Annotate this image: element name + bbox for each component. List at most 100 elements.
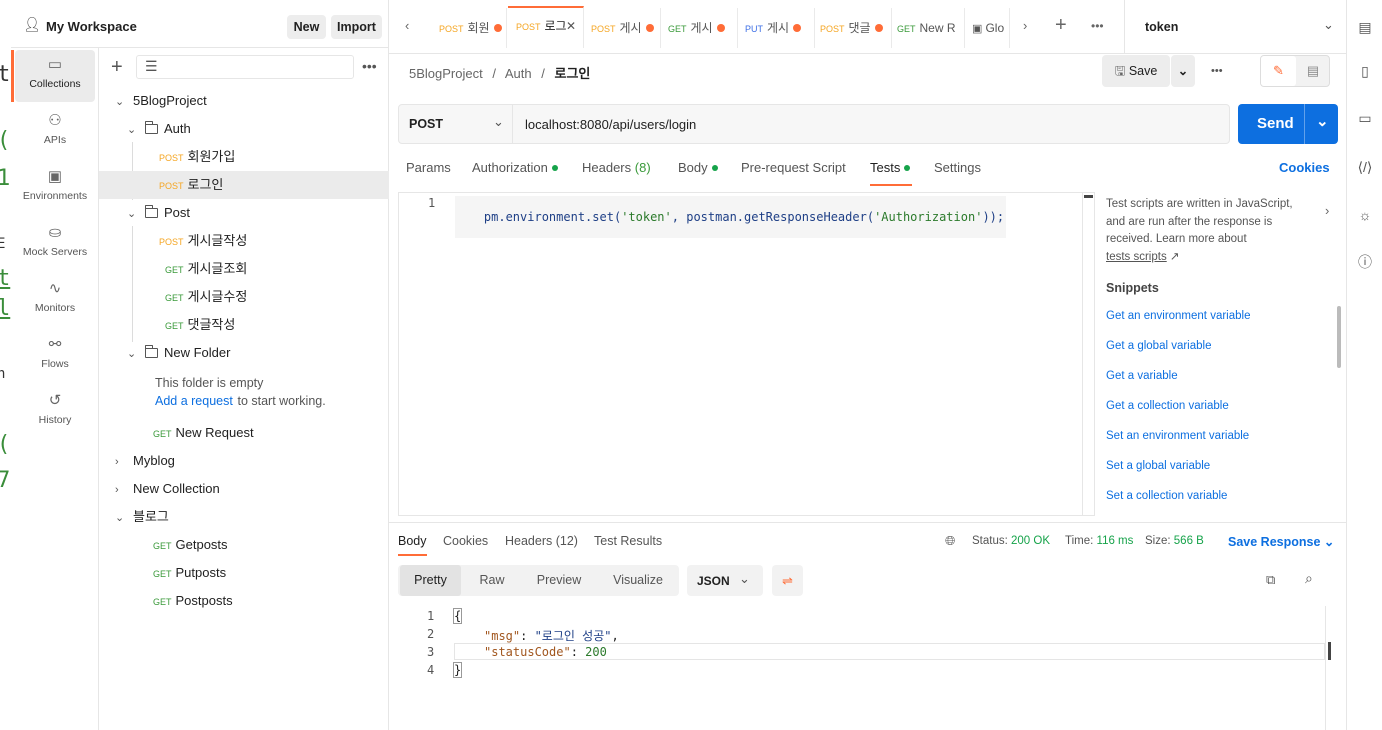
- editor-scrollbar[interactable]: [1082, 193, 1094, 515]
- sidebar-item-mock-servers[interactable]: ⛀ Mock Servers: [15, 218, 95, 270]
- documentation-icon[interactable]: ▯: [1355, 61, 1375, 81]
- format-select[interactable]: JSON ⌄: [687, 565, 763, 596]
- edit-toggle[interactable]: ✎ ▤: [1260, 55, 1330, 87]
- tab-pre-request-script[interactable]: Pre-request Script: [741, 160, 846, 175]
- sidebar-item-environments[interactable]: ▣ Environments: [15, 162, 95, 214]
- tab-tests[interactable]: Tests: [870, 160, 911, 175]
- view-raw[interactable]: Raw: [463, 565, 521, 596]
- comment-view-icon[interactable]: ▤: [1296, 56, 1330, 86]
- workspace-name[interactable]: My Workspace: [46, 19, 137, 34]
- request-item[interactable]: GET Getposts: [99, 531, 389, 559]
- collection-search-input[interactable]: [136, 55, 354, 79]
- more-options-icon[interactable]: •••: [362, 58, 377, 74]
- tab-scroll-right-icon[interactable]: ›: [1023, 18, 1027, 33]
- edit-icon[interactable]: ✎: [1261, 56, 1296, 86]
- environment-selector[interactable]: token ⌄: [1124, 0, 1346, 54]
- tab-authorization[interactable]: Authorization: [472, 160, 558, 175]
- search-icon[interactable]: ⌕: [1305, 570, 1313, 587]
- more-options-icon[interactable]: •••: [1211, 65, 1223, 77]
- lightbulb-icon[interactable]: ☼: [1355, 205, 1375, 225]
- save-options-button[interactable]: ⌄: [1171, 55, 1195, 87]
- copy-icon[interactable]: ⧉: [1266, 572, 1275, 588]
- request-tab[interactable]: POST 댓글: [816, 8, 892, 48]
- view-preview[interactable]: Preview: [523, 565, 595, 596]
- request-item[interactable]: GET Putposts: [99, 559, 389, 587]
- collapse-help-icon[interactable]: ›: [1325, 203, 1329, 218]
- view-visualize[interactable]: Visualize: [598, 565, 678, 596]
- view-pretty[interactable]: Pretty: [400, 565, 461, 596]
- response-tab-cookies[interactable]: Cookies: [443, 534, 488, 548]
- breadcrumb-current[interactable]: 로그인: [555, 66, 591, 81]
- tab-body[interactable]: Body: [678, 160, 718, 175]
- request-item[interactable]: POST 로그인: [99, 171, 389, 199]
- sidebar-item-history[interactable]: ↺ History: [15, 386, 95, 438]
- save-button[interactable]: 🖫︎ Save: [1102, 55, 1170, 87]
- request-tab-active[interactable]: POST 로그 ✕: [508, 6, 584, 48]
- request-tab[interactable]: GET New R: [893, 8, 965, 48]
- add-collection-icon[interactable]: +: [111, 56, 123, 79]
- request-tab[interactable]: ▣ Glo: [966, 8, 1010, 48]
- sidebar-item-apis[interactable]: ⚇ APIs: [15, 106, 95, 158]
- snippet-link[interactable]: Set a global variable: [1106, 460, 1210, 472]
- sidebar-item-collections[interactable]: ▭ Collections: [11, 50, 95, 102]
- url-input[interactable]: localhost:8080/api/users/login: [525, 117, 696, 132]
- request-tab[interactable]: POST 게시: [585, 8, 661, 48]
- chevron-down-icon[interactable]: ⌄: [1316, 112, 1329, 130]
- sidebar-item-monitors[interactable]: ∿ Monitors: [15, 274, 95, 326]
- request-tab[interactable]: PUT 게시: [739, 8, 815, 48]
- request-item[interactable]: GET Postposts: [99, 587, 389, 615]
- request-item[interactable]: POST 회원가입: [99, 143, 389, 171]
- response-tab-test-results[interactable]: Test Results: [594, 534, 662, 548]
- request-item[interactable]: GET 게시글수정: [99, 283, 389, 311]
- new-tab-icon[interactable]: +: [1055, 14, 1067, 37]
- response-tab-body[interactable]: Body: [398, 534, 427, 548]
- tab-params[interactable]: Params: [406, 160, 451, 175]
- request-item[interactable]: POST 게시글작성: [99, 227, 389, 255]
- comments-icon[interactable]: ▭: [1355, 108, 1375, 128]
- collection-myblog[interactable]: › Myblog: [99, 447, 389, 475]
- snippet-link[interactable]: Set an environment variable: [1106, 430, 1249, 442]
- request-item[interactable]: GET New Request: [99, 419, 389, 447]
- new-button[interactable]: New: [287, 15, 326, 39]
- add-request-link[interactable]: Add a request: [155, 394, 233, 408]
- snippet-link[interactable]: Get an environment variable: [1106, 310, 1250, 322]
- tab-options-icon[interactable]: •••: [1091, 19, 1104, 33]
- send-button[interactable]: Send ⌄: [1238, 104, 1338, 144]
- folder-post[interactable]: ⌄ Post: [99, 199, 389, 227]
- save-response-button[interactable]: Save Response ⌄: [1228, 534, 1334, 549]
- snippet-link[interactable]: Get a collection variable: [1106, 400, 1229, 412]
- tests-editor[interactable]: 1 pm.environment.set('token', postman.ge…: [398, 192, 1095, 516]
- tests-scripts-link[interactable]: tests scripts ↗: [1106, 249, 1338, 263]
- response-tab-headers[interactable]: Headers (12): [505, 534, 578, 548]
- collection-new-collection[interactable]: › New Collection: [99, 475, 389, 503]
- folder-auth[interactable]: ⌄ Auth: [99, 115, 389, 143]
- request-item[interactable]: GET 게시글조회: [99, 255, 389, 283]
- request-item[interactable]: GET 댓글작성: [99, 311, 389, 339]
- response-scrollbar[interactable]: [1325, 606, 1337, 730]
- cookies-link[interactable]: Cookies: [1279, 160, 1330, 175]
- snippet-link[interactable]: Get a variable: [1106, 370, 1178, 382]
- tab-scroll-left-icon[interactable]: ‹: [405, 18, 409, 33]
- response-body[interactable]: 1 2 3 4 { "msg": "로그인 성공", "statusCode":…: [398, 606, 1325, 730]
- folder-new-folder[interactable]: ⌄ New Folder: [99, 339, 389, 367]
- snippet-link[interactable]: Get a global variable: [1106, 340, 1211, 352]
- collection-5blogproject[interactable]: ⌄ 5BlogProject: [99, 87, 389, 115]
- wrap-lines-button[interactable]: ⇌: [772, 565, 803, 596]
- snippet-link[interactable]: Set a collection variable: [1106, 490, 1227, 502]
- snippets-scrollbar[interactable]: [1337, 306, 1341, 368]
- breadcrumb-collection[interactable]: 5BlogProject: [409, 66, 483, 81]
- sidebar-item-flows[interactable]: ⚯ Flows: [15, 330, 95, 382]
- collection-blog[interactable]: ⌄ 블로그: [99, 503, 389, 531]
- tab-headers[interactable]: Headers (8): [582, 160, 651, 175]
- breadcrumb-folder[interactable]: Auth: [505, 66, 532, 81]
- globe-icon[interactable]: 🌐︎: [945, 533, 955, 549]
- tab-settings[interactable]: Settings: [934, 160, 981, 175]
- close-tab-icon[interactable]: ✕: [566, 8, 576, 44]
- method-select[interactable]: POST ⌄: [399, 105, 513, 143]
- info-icon[interactable]: ⓘ: [1355, 252, 1375, 272]
- import-button[interactable]: Import: [331, 15, 382, 39]
- code-icon[interactable]: ⟨/⟩: [1355, 157, 1375, 177]
- environment-quick-look-icon[interactable]: ▤: [1355, 17, 1375, 37]
- request-tab[interactable]: GET 게시: [662, 8, 738, 48]
- request-tab[interactable]: POST 회원: [431, 8, 507, 48]
